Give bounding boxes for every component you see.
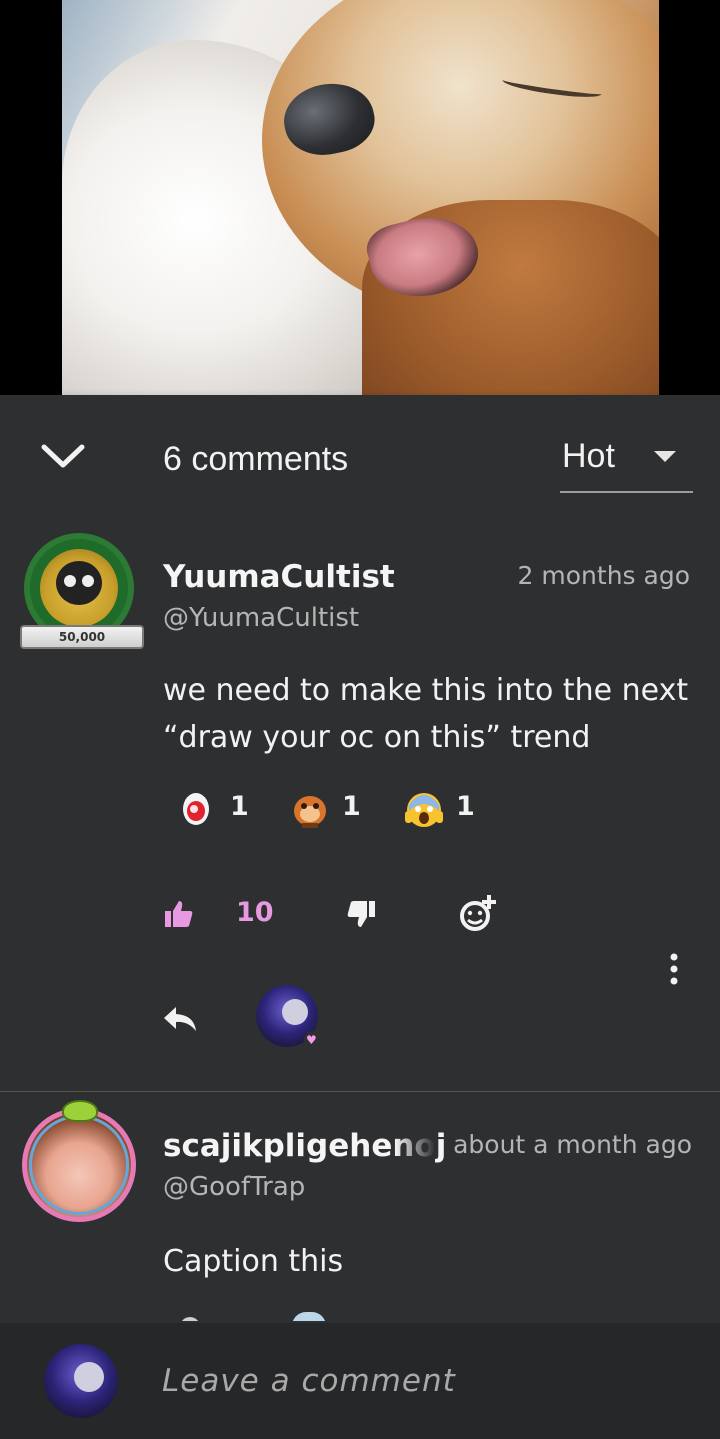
comment-timestamp: 2 months ago bbox=[517, 561, 690, 590]
username-fade bbox=[395, 1128, 435, 1172]
comments-header: 6 comments Hot bbox=[0, 395, 720, 521]
comment-item: scajikpligehenoj @GoofTrap about a month… bbox=[0, 1092, 720, 1321]
level-badge: 50,000 bbox=[20, 625, 144, 649]
add-reaction-icon[interactable] bbox=[458, 893, 498, 933]
comment-item: 50,000 YuumaCultist @YuumaCultist 2 mont… bbox=[0, 521, 720, 1092]
avatar-frame bbox=[29, 1115, 129, 1215]
sort-dropdown[interactable]: Hot bbox=[560, 433, 693, 493]
comment-actions: 10 bbox=[0, 891, 720, 985]
monkey-emoji-icon bbox=[294, 796, 326, 828]
comments-sheet: 6 comments Hot 50,000 YuumaCultist @Yuum… bbox=[0, 395, 720, 1439]
thumbs-down-icon[interactable] bbox=[346, 899, 376, 929]
current-user-avatar[interactable] bbox=[44, 1344, 118, 1418]
comment-username[interactable]: YuumaCultist bbox=[163, 559, 395, 595]
heart-icon: ♥ bbox=[304, 1031, 322, 1049]
commenter-avatar[interactable] bbox=[22, 1100, 142, 1222]
comment-input[interactable] bbox=[150, 1351, 690, 1411]
comment-timestamp: about a month ago bbox=[453, 1130, 692, 1159]
sort-value: Hot bbox=[562, 437, 615, 475]
reaction-count: 1 bbox=[456, 791, 475, 822]
chevron-down-icon[interactable] bbox=[40, 441, 86, 473]
reaction-peek bbox=[292, 1312, 326, 1321]
frog-icon bbox=[62, 1100, 98, 1122]
like-count: 10 bbox=[236, 897, 274, 928]
reaction-count: 1 bbox=[342, 791, 361, 822]
comment-list: 50,000 YuumaCultist @YuumaCultist 2 mont… bbox=[0, 521, 720, 1321]
reaction-count: 1 bbox=[230, 791, 249, 822]
liker-avatar[interactable]: ♥ bbox=[256, 985, 322, 1049]
comment-handle: @GoofTrap bbox=[163, 1172, 306, 1202]
comment-composer bbox=[0, 1323, 720, 1439]
comment-handle: @YuumaCultist bbox=[163, 603, 360, 633]
comment-count: 6 comments bbox=[163, 440, 349, 478]
thumbs-up-icon[interactable] bbox=[164, 899, 194, 929]
caret-down-icon bbox=[654, 451, 676, 462]
post-media bbox=[0, 0, 720, 395]
comment-text: Caption this bbox=[163, 1244, 344, 1279]
more-vertical-icon[interactable] bbox=[664, 949, 684, 989]
scream-emoji-icon bbox=[405, 793, 443, 827]
reply-icon[interactable] bbox=[162, 1004, 198, 1034]
commenter-avatar[interactable]: 50,000 bbox=[18, 529, 148, 655]
avatar-character bbox=[56, 561, 102, 605]
reaction-peek bbox=[180, 1317, 200, 1321]
avatar-skull bbox=[282, 999, 308, 1025]
egg-emoji-icon bbox=[183, 793, 209, 825]
comment-text: we need to make this into the next “draw… bbox=[163, 673, 689, 755]
post-photo[interactable] bbox=[62, 0, 659, 395]
avatar-skull bbox=[74, 1362, 104, 1392]
